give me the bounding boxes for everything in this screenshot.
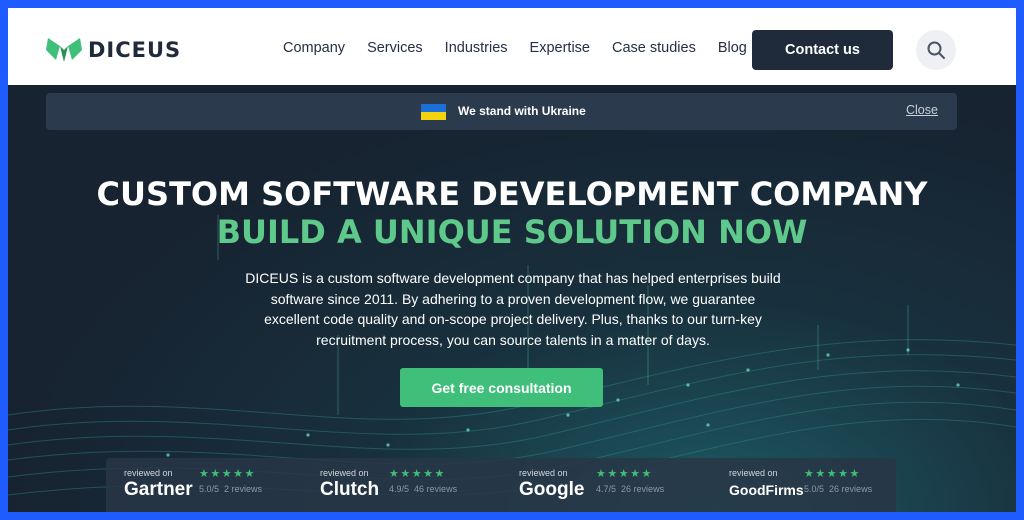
search-button[interactable]: [916, 30, 956, 70]
ukraine-flag-icon: [421, 104, 446, 120]
nav-services[interactable]: Services: [367, 40, 423, 56]
review-brand: GoodFirms: [729, 482, 804, 498]
hero-section: We stand with Ukraine Close CUSTOM SOFTW…: [8, 85, 1016, 512]
main-nav: Company Services Industries Expertise Ca…: [283, 40, 769, 56]
review-clutch[interactable]: reviewed on Clutch: [320, 468, 379, 501]
search-icon: [927, 41, 945, 59]
hero-subtitle: BUILD A UNIQUE SOLUTION NOW: [216, 213, 808, 251]
nav-case-studies[interactable]: Case studies: [612, 40, 696, 56]
review-goodfirms[interactable]: reviewed on GoodFirms: [729, 468, 804, 498]
review-stars: ★★★★★: [596, 468, 653, 480]
review-stars: ★★★★★: [389, 468, 446, 480]
nav-expertise[interactable]: Expertise: [530, 40, 590, 56]
review-gartner[interactable]: reviewed on Gartner: [124, 468, 193, 501]
review-brand: Gartner: [124, 479, 193, 500]
review-score: 4.9/5 46 reviews: [389, 484, 458, 494]
banner-text: We stand with Ukraine: [458, 104, 586, 118]
review-label: reviewed on: [729, 468, 778, 478]
ukraine-banner: We stand with Ukraine Close: [46, 93, 957, 130]
get-free-consultation-button[interactable]: Get free consultation: [400, 368, 603, 407]
review-stars: ★★★★★: [804, 468, 861, 480]
review-score: 5.0/5 26 reviews: [804, 484, 873, 494]
logo-text: DICEUS: [88, 38, 182, 62]
review-label: reviewed on: [124, 468, 173, 478]
review-label: reviewed on: [519, 468, 568, 478]
logo[interactable]: DICEUS: [44, 36, 181, 64]
review-score: 4.7/5 26 reviews: [596, 484, 665, 494]
hero-description-line: recruitment process, you can source tale…: [316, 331, 710, 348]
reviews-bar: reviewed on Gartner ★★★★★ 5.0/5 2 review…: [106, 458, 896, 512]
review-google[interactable]: reviewed on Google: [519, 468, 584, 501]
hero-description-line: software since 2011. By adhering to a pr…: [270, 290, 756, 307]
hero-description: DICEUS is a custom software development …: [233, 268, 793, 350]
review-score: 5.0/5 2 reviews: [199, 484, 263, 494]
nav-blog[interactable]: Blog: [718, 40, 747, 56]
review-brand: Google: [519, 479, 585, 500]
hero-description-line: DICEUS is a custom software development …: [245, 270, 781, 286]
page-frame: DICEUS Company Services Industries Exper…: [8, 8, 1016, 512]
review-stars: ★★★★★: [199, 468, 256, 480]
contact-us-button[interactable]: Contact us: [752, 30, 893, 70]
review-brand: Clutch: [320, 479, 380, 500]
nav-industries[interactable]: Industries: [445, 40, 508, 56]
hero-title: CUSTOM SOFTWARE DEVELOPMENT COMPANY: [96, 175, 928, 213]
review-label: reviewed on: [320, 468, 369, 478]
nav-company[interactable]: Company: [283, 40, 345, 56]
hero-description-line: excellent code quality and on-scope proj…: [264, 311, 762, 327]
banner-close-link[interactable]: Close: [906, 103, 938, 117]
site-header: DICEUS Company Services Industries Exper…: [8, 8, 1016, 85]
butterfly-logo-icon: [46, 38, 82, 62]
